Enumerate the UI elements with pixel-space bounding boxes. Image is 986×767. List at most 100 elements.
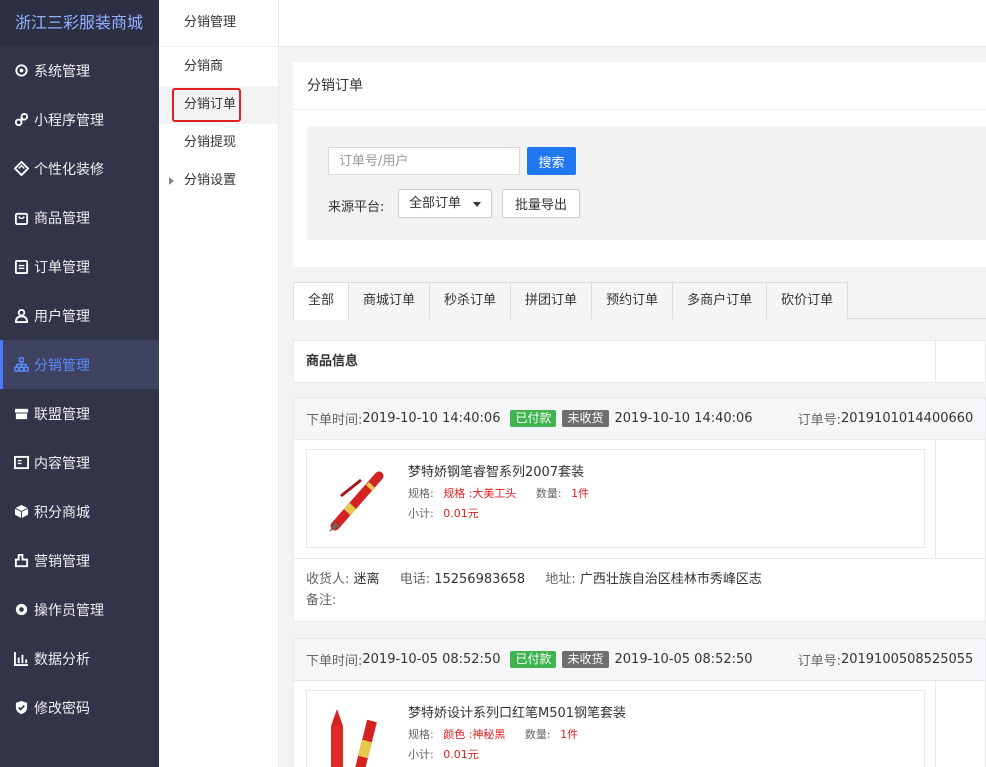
order-card: 下单时间: 2019-10-05 08:52:50 已付款 未收货 2019-1… bbox=[293, 638, 986, 767]
subnav-title: 分销管理 bbox=[159, 0, 278, 47]
order-no-value: 2019100508525055 bbox=[840, 652, 974, 667]
subtotal-value: 0.01元 bbox=[443, 507, 479, 520]
sub-sidebar: 分销管理 分销商 分销订单 分销提现 分销设置 bbox=[159, 0, 279, 767]
sidebar-item-system[interactable]: 系统管理 bbox=[0, 46, 159, 95]
order-time-label: 下单时间: bbox=[306, 413, 363, 428]
column-divider bbox=[935, 440, 936, 558]
search-input[interactable] bbox=[328, 147, 520, 175]
sidebar-item-content[interactable]: 内容管理 bbox=[0, 438, 159, 487]
batch-export-button[interactable]: 批量导出 bbox=[502, 189, 580, 218]
product-image bbox=[317, 460, 397, 540]
unshipped-badge: 未收货 bbox=[562, 410, 609, 427]
product-image bbox=[317, 701, 397, 767]
source-platform-label: 来源平台: bbox=[328, 200, 385, 215]
sidebar-item-label: 商品管理 bbox=[34, 210, 90, 227]
order-time-label: 下单时间: bbox=[306, 654, 363, 669]
address-value: 广西壮族自治区桂林市秀峰区志 bbox=[579, 572, 762, 587]
sidebar-item-label: 内容管理 bbox=[34, 455, 90, 472]
product-spec-line: 规格: 颜色 :神秘黑 数量: 1件 bbox=[408, 726, 578, 742]
tab-bargain-orders[interactable]: 砍价订单 bbox=[766, 282, 849, 319]
order-header: 下单时间: 2019-10-05 08:52:50 已付款 未收货 2019-1… bbox=[294, 639, 985, 681]
subnav-item-withdrawals[interactable]: 分销提现 bbox=[159, 124, 278, 162]
paid-badge: 已付款 bbox=[510, 410, 557, 427]
tab-mall-orders[interactable]: 商城订单 bbox=[348, 282, 431, 319]
sidebar-item-label: 操作员管理 bbox=[34, 602, 104, 619]
sidebar-item-label: 营销管理 bbox=[34, 553, 90, 570]
sidebar-item-alliance[interactable]: 联盟管理 bbox=[0, 389, 159, 438]
pay-time-value: 2019-10-05 08:52:50 bbox=[614, 652, 753, 667]
subnav-item-settings[interactable]: 分销设置 bbox=[159, 162, 278, 200]
paid-badge: 已付款 bbox=[510, 651, 557, 668]
sidebar-item-label: 小程序管理 bbox=[34, 112, 104, 129]
goods-info-header: 商品信息 bbox=[306, 354, 359, 369]
tab-reservation-orders[interactable]: 预约订单 bbox=[591, 282, 674, 319]
sidebar-item-label: 积分商城 bbox=[34, 504, 90, 521]
spec-label: 规格: bbox=[408, 728, 434, 741]
sidebar-item-decoration[interactable]: 个性化装修 bbox=[0, 144, 159, 193]
tab-flash-sale-orders[interactable]: 秒杀订单 bbox=[429, 282, 512, 319]
subnav-item-label: 分销设置 bbox=[184, 173, 237, 188]
decoration-icon bbox=[13, 161, 29, 177]
sidebar-item-label: 用户管理 bbox=[34, 308, 90, 325]
operator-gear-icon bbox=[13, 602, 29, 618]
tab-group-buy-orders[interactable]: 拼团订单 bbox=[510, 282, 593, 319]
goods-item[interactable]: 梦特娇设计系列口红笔M501钢笔套装 规格: 颜色 :神秘黑 数量: 1件 小计… bbox=[306, 690, 925, 767]
sidebar-item-distribution[interactable]: 分销管理 bbox=[0, 340, 159, 389]
shield-check-icon bbox=[13, 700, 29, 716]
goods-item[interactable]: 梦特娇钢笔睿智系列2007套装 规格: 规格 :大美工头 数量: 1件 小计: … bbox=[306, 449, 925, 548]
miniprogram-icon bbox=[13, 112, 29, 128]
product-subtotal-line: 小计: 0.01元 bbox=[408, 505, 479, 521]
product-name[interactable]: 梦特娇钢笔睿智系列2007套装 bbox=[408, 461, 584, 480]
order-footer: 收货人: 迷离 电话: 15256983658 地址: 广西壮族自治区桂林市秀峰… bbox=[294, 558, 985, 621]
spec-label: 规格: bbox=[408, 487, 434, 500]
sidebar-item-points-mall[interactable]: 积分商城 bbox=[0, 487, 159, 536]
sidebar-item-operators[interactable]: 操作员管理 bbox=[0, 585, 159, 634]
sidebar-item-users[interactable]: 用户管理 bbox=[0, 291, 159, 340]
brand-title[interactable]: 浙江三彩服装商城 bbox=[0, 0, 159, 46]
tab-all[interactable]: 全部 bbox=[293, 282, 350, 320]
main-content: 分销订单 搜索 来源平台: 全部订单 批量导出 全部 商城订单 秒杀订单 拼团订… bbox=[279, 47, 986, 767]
sidebar-item-orders[interactable]: 订单管理 bbox=[0, 242, 159, 291]
order-header: 下单时间: 2019-10-10 14:40:06 已付款 未收货 2019-1… bbox=[294, 398, 985, 440]
sidebar-item-goods[interactable]: 商品管理 bbox=[0, 193, 159, 242]
sidebar-item-change-password[interactable]: 修改密码 bbox=[0, 683, 159, 732]
caret-down-icon bbox=[473, 202, 481, 207]
subnav-item-distribution-orders[interactable]: 分销订单 bbox=[159, 86, 278, 124]
sidebar-item-label: 分销管理 bbox=[34, 357, 90, 374]
caret-right-icon bbox=[169, 177, 174, 185]
receiver-value: 迷离 bbox=[353, 572, 380, 587]
qty-value: 1件 bbox=[560, 728, 579, 741]
qty-label: 数量: bbox=[535, 487, 562, 500]
sidebar-item-label: 联盟管理 bbox=[34, 406, 90, 423]
hierarchy-icon bbox=[13, 357, 29, 373]
content-icon bbox=[13, 455, 29, 471]
spec-value: 颜色 :神秘黑 bbox=[443, 728, 506, 741]
qty-label: 数量: bbox=[524, 728, 551, 741]
bag-icon bbox=[13, 210, 29, 226]
subtotal-label: 小计: bbox=[408, 507, 434, 520]
top-bar bbox=[279, 0, 986, 47]
product-name[interactable]: 梦特娇设计系列口红笔M501钢笔套装 bbox=[408, 702, 626, 721]
bar-chart-icon bbox=[13, 651, 29, 667]
address-label: 地址: bbox=[545, 572, 576, 587]
main-sidebar: 浙江三彩服装商城 系统管理 小程序管理 个性化装修 商品管理 订单管理 用户管理… bbox=[0, 0, 159, 767]
clipboard-icon bbox=[13, 259, 29, 275]
product-spec-line: 规格: 规格 :大美工头 数量: 1件 bbox=[408, 485, 589, 501]
marketing-icon bbox=[13, 553, 29, 569]
phone-label: 电话: bbox=[399, 572, 431, 587]
column-divider bbox=[935, 681, 936, 767]
search-button[interactable]: 搜索 bbox=[527, 147, 576, 175]
tab-multi-merchant-orders[interactable]: 多商户订单 bbox=[672, 282, 768, 319]
store-icon bbox=[13, 406, 29, 422]
subnav-item-distributors[interactable]: 分销商 bbox=[159, 48, 278, 86]
table-header: 商品信息 bbox=[293, 340, 986, 383]
source-platform-select[interactable]: 全部订单 bbox=[398, 189, 492, 218]
sidebar-item-marketing[interactable]: 营销管理 bbox=[0, 536, 159, 585]
qty-value: 1件 bbox=[571, 487, 590, 500]
sidebar-item-analytics[interactable]: 数据分析 bbox=[0, 634, 159, 683]
remark-label: 备注: bbox=[306, 593, 337, 608]
order-time-value: 2019-10-05 08:52:50 bbox=[362, 652, 501, 667]
search-card: 分销订单 搜索 来源平台: 全部订单 批量导出 bbox=[293, 62, 986, 267]
sidebar-item-miniprogram[interactable]: 小程序管理 bbox=[0, 95, 159, 144]
highlight-box bbox=[172, 88, 241, 122]
